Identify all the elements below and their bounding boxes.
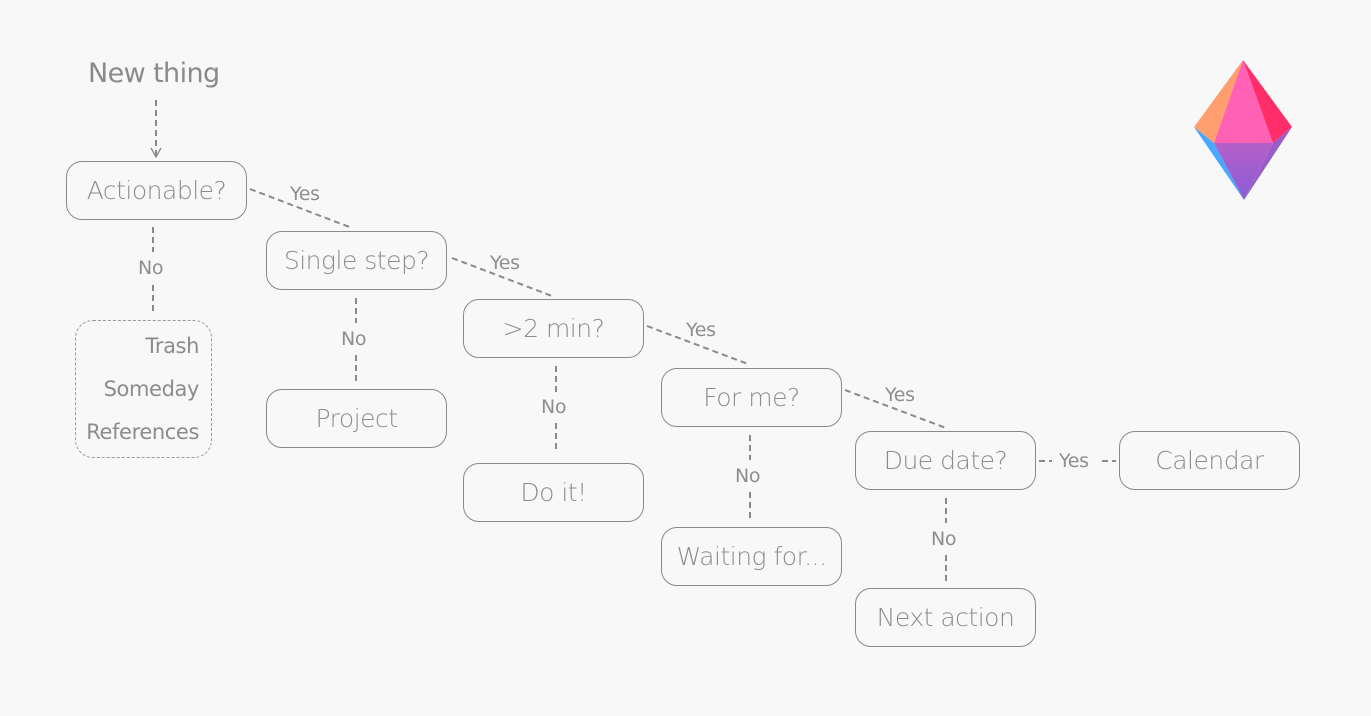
node-next-action: Next action: [855, 588, 1036, 647]
gem-face-front-lower: [1214, 143, 1273, 200]
edge-label-duedate-yes: Yes: [1057, 450, 1091, 472]
node-due-date: Due date?: [855, 431, 1036, 490]
node-calendar: Calendar: [1119, 431, 1300, 490]
edge-label-twomin-no: No: [539, 396, 569, 418]
edge-label-singlestep-yes: Yes: [490, 252, 520, 274]
node-do-it: Do it!: [463, 463, 644, 522]
edge-label-forme-no: No: [733, 465, 763, 487]
bin-item-trash: Trash: [145, 333, 200, 358]
edge-label-actionable-yes: Yes: [290, 183, 320, 205]
gem-logo: [1194, 60, 1292, 200]
edge-label-singlestep-no: No: [339, 328, 369, 350]
edge-label-twomin-yes: Yes: [686, 319, 716, 341]
bin-item-references: References: [86, 419, 199, 444]
node-for-me: For me?: [661, 368, 842, 427]
edge-label-duedate-no: No: [929, 528, 959, 550]
start-label: New thing: [88, 58, 220, 89]
node-actionable: Actionable?: [66, 161, 247, 220]
edge-label-actionable-no: No: [136, 257, 166, 279]
bin-item-someday: Someday: [103, 376, 200, 401]
node-two-min: >2 min?: [463, 299, 644, 358]
node-non-actionable-bin: Trash Someday References: [75, 320, 212, 458]
node-single-step: Single step?: [266, 231, 447, 290]
node-waiting-for: Waiting for...: [661, 527, 842, 586]
node-project: Project: [266, 389, 447, 448]
edge-label-forme-yes: Yes: [885, 384, 915, 406]
